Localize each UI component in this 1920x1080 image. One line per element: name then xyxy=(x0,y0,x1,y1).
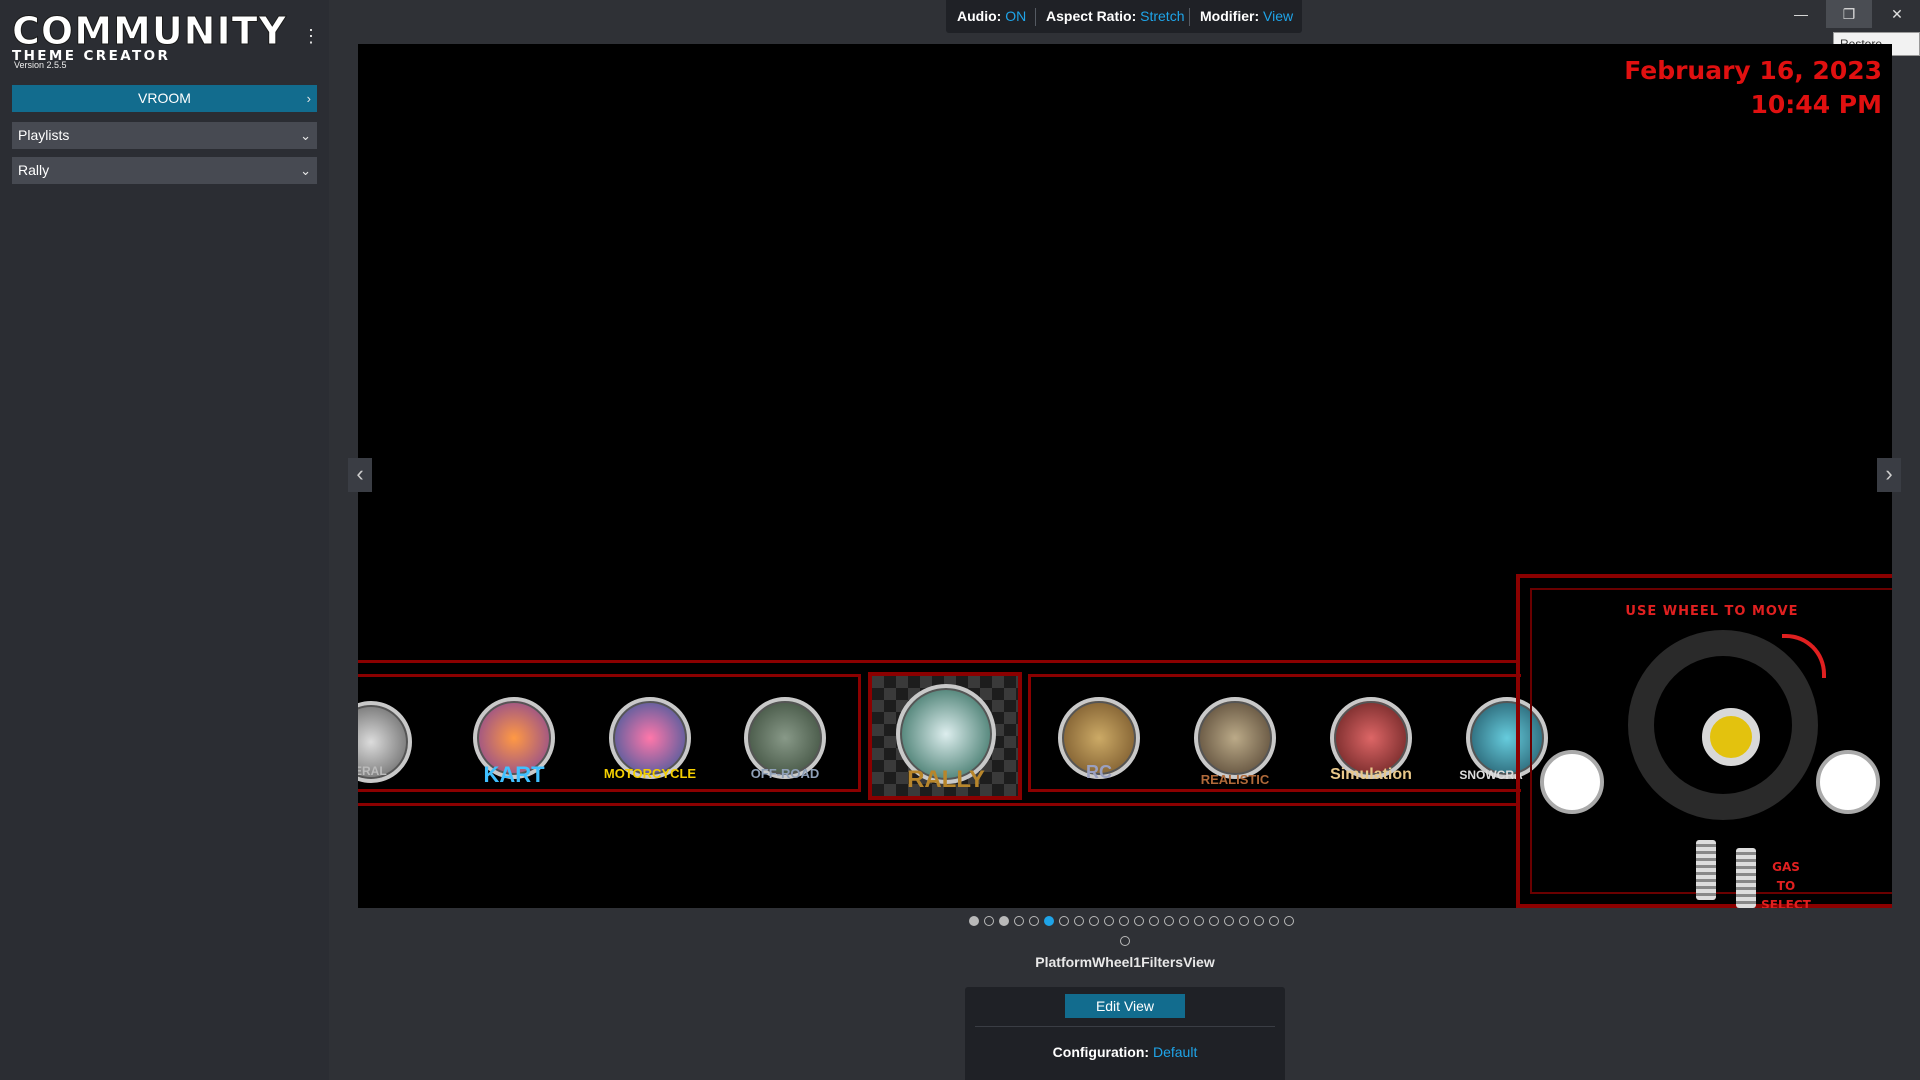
playlists-dropdown-label: Playlists xyxy=(18,127,70,143)
pager-dot[interactable] xyxy=(1149,916,1159,926)
divider xyxy=(1189,8,1190,26)
controls-panel: USE WHEEL TO MOVE GAS TO SELECT xyxy=(1516,574,1892,908)
pager-dot[interactable] xyxy=(1059,916,1069,926)
pager-dot[interactable] xyxy=(1209,916,1219,926)
pager-dot[interactable] xyxy=(1164,916,1174,926)
pager-dot[interactable] xyxy=(1194,916,1204,926)
wheel-label-simulation: Simulation xyxy=(1330,766,1412,783)
pager-dot[interactable] xyxy=(1269,916,1279,926)
system-button-label: VROOM xyxy=(138,90,191,106)
controls-panel-inner: USE WHEEL TO MOVE GAS TO SELECT xyxy=(1530,588,1892,908)
view-name: PlatformWheel1FiltersView xyxy=(1035,954,1215,970)
controls-title: USE WHEEL TO MOVE xyxy=(1625,604,1799,619)
aspect-ratio-toggle[interactable]: Aspect Ratio: Stretch xyxy=(1046,0,1184,33)
pedal-right-icon xyxy=(1736,848,1756,908)
playlists-dropdown[interactable]: Playlists ⌄ xyxy=(12,122,317,149)
pager-dot[interactable] xyxy=(1044,916,1054,926)
wheel-label-rc: RC xyxy=(1086,762,1112,782)
wheel-label-off-road: OFF-ROAD xyxy=(750,766,820,781)
sidebar: COMMUNITY THEME CREATOR Version 2.5.5 ⋮ … xyxy=(0,0,329,1080)
modifier-value: View xyxy=(1263,8,1294,24)
chevron-down-icon: ⌄ xyxy=(300,163,311,178)
more-options-icon[interactable]: ⋮ xyxy=(302,26,320,46)
gas-text-line2: TO xyxy=(1776,879,1796,893)
pager-dot[interactable] xyxy=(1179,916,1189,926)
pager-dot[interactable] xyxy=(1119,916,1129,926)
close-icon[interactable]: ✕ xyxy=(1874,0,1920,28)
aspect-ratio-value: Stretch xyxy=(1140,8,1185,24)
pager-dot[interactable] xyxy=(1254,916,1264,926)
pager-dot[interactable] xyxy=(1014,916,1024,926)
aspect-ratio-label: Aspect Ratio: xyxy=(1046,8,1137,24)
gauge-left-icon xyxy=(1540,750,1604,814)
minimize-icon[interactable]: — xyxy=(1778,0,1824,28)
pager-dot[interactable] xyxy=(1029,916,1039,926)
logo-title: COMMUNITY xyxy=(12,9,288,53)
theme-preview: February 16, 2023 10:44 PM NERAL KART MO… xyxy=(358,44,1892,908)
preview-options-bar: Audio: ON Aspect Ratio: Stretch Modifier… xyxy=(946,0,1302,33)
system-button[interactable]: VROOM › xyxy=(12,85,317,112)
steering-wheel-hub xyxy=(1702,708,1760,766)
configuration-value[interactable]: Default xyxy=(1153,1044,1197,1060)
date-text: February 16, 2023 xyxy=(1624,56,1882,85)
pager-dot[interactable] xyxy=(969,916,979,926)
audio-toggle[interactable]: Audio: ON xyxy=(957,0,1026,33)
gas-text-line3: SELECT xyxy=(1761,898,1811,908)
rotate-arrow-icon xyxy=(1782,634,1826,678)
pager-dot[interactable] xyxy=(984,916,994,926)
audio-value: ON xyxy=(1005,8,1027,24)
configuration-row: Configuration: Default xyxy=(965,1044,1285,1060)
gauge-right-icon xyxy=(1816,750,1880,814)
pager-dot[interactable] xyxy=(1120,936,1130,946)
pedal-left-icon xyxy=(1696,840,1716,900)
wheel-label-motorcycle: MOTORCYCLE xyxy=(603,766,697,781)
wheel-label-realistic: REALISTIC xyxy=(1200,772,1270,787)
restore-icon[interactable]: ❐ xyxy=(1826,0,1872,28)
pager-dot[interactable] xyxy=(1284,916,1294,926)
pager-dot[interactable] xyxy=(1239,916,1249,926)
wheel-item-realistic[interactable] xyxy=(1194,697,1276,779)
rally-dropdown-label: Rally xyxy=(18,162,50,178)
time-text: 10:44 PM xyxy=(1750,90,1882,119)
pager-dot[interactable] xyxy=(1134,916,1144,926)
edit-view-button[interactable]: Edit View xyxy=(1065,994,1185,1018)
wheel-label-general: NERAL xyxy=(358,764,387,778)
chevron-right-icon: › xyxy=(306,91,311,106)
version-label: Version 2.5.5 xyxy=(14,60,67,70)
chevron-down-icon: ⌄ xyxy=(300,128,311,143)
view-actions-panel: Edit View Configuration: Default xyxy=(965,987,1285,1080)
gas-to-select-text: GAS TO SELECT xyxy=(1756,858,1816,908)
configuration-label: Configuration: xyxy=(1052,1044,1150,1060)
wheel-label-rally: RALLY xyxy=(907,766,985,793)
pager-dot[interactable] xyxy=(1224,916,1234,926)
next-view-arrow-icon[interactable]: › xyxy=(1877,458,1901,492)
audio-label: Audio: xyxy=(957,8,1002,24)
rally-dropdown[interactable]: Rally ⌄ xyxy=(12,157,317,184)
pager-dot[interactable] xyxy=(1074,916,1084,926)
gas-text-line1: GAS xyxy=(1772,860,1800,874)
modifier-toggle[interactable]: Modifier: View xyxy=(1200,0,1293,33)
wheel-label-kart: KART xyxy=(483,762,545,787)
divider xyxy=(975,1026,1275,1027)
pager-dot[interactable] xyxy=(1104,916,1114,926)
divider xyxy=(1035,8,1036,26)
pager-dot[interactable] xyxy=(999,916,1009,926)
clock: February 16, 2023 10:44 PM xyxy=(1624,54,1882,122)
modifier-label: Modifier: xyxy=(1200,8,1260,24)
previous-view-arrow-icon[interactable]: ‹ xyxy=(348,458,372,492)
pager-dot[interactable] xyxy=(1089,916,1099,926)
